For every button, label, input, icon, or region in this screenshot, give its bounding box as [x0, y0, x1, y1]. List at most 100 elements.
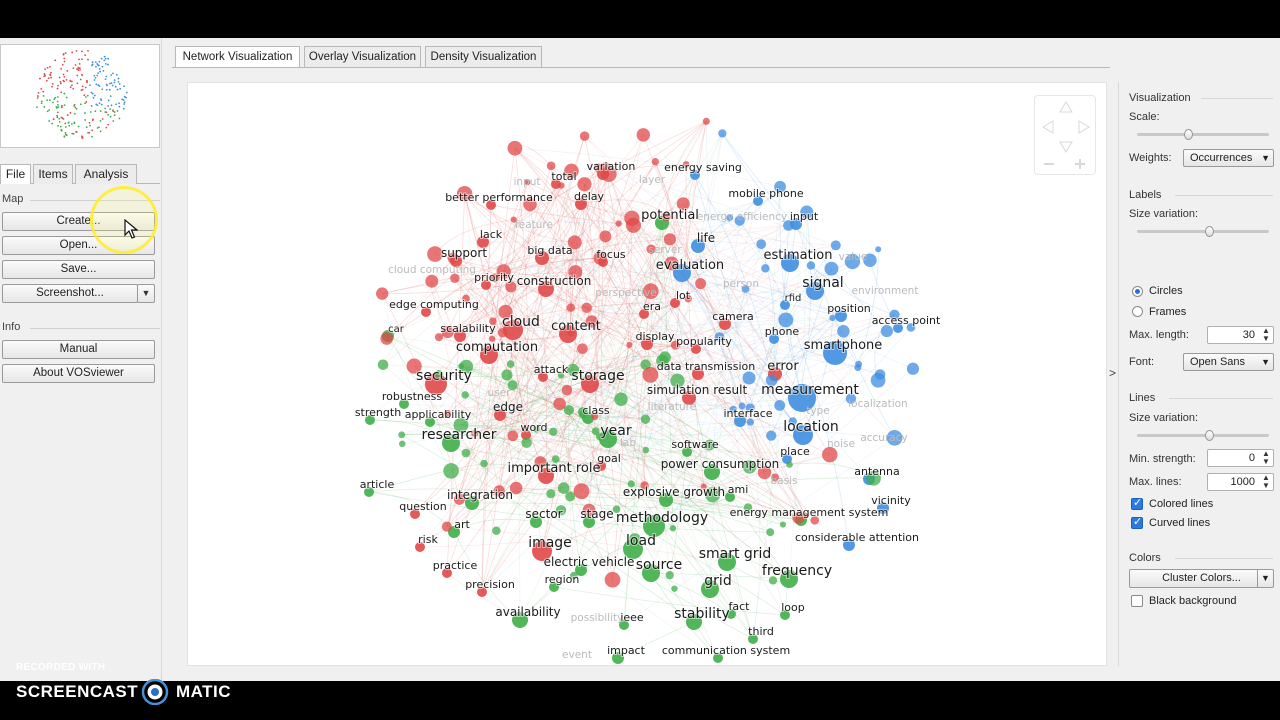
- term-label[interactable]: signal: [801, 274, 844, 292]
- tab-file[interactable]: File: [0, 164, 31, 184]
- term-label[interactable]: considerable attention: [794, 530, 920, 545]
- term-label[interactable]: word: [519, 420, 548, 435]
- curved-lines-checkbox[interactable]: [1131, 515, 1143, 529]
- network-node[interactable]: [573, 483, 590, 500]
- network-node[interactable]: [581, 302, 592, 314]
- term-label[interactable]: communication system: [661, 643, 791, 658]
- term-label[interactable]: era: [642, 299, 662, 314]
- term-label[interactable]: source: [635, 556, 684, 574]
- term-label[interactable]: rfid: [784, 292, 803, 305]
- term-label[interactable]: availability: [494, 604, 561, 620]
- network-node[interactable]: [425, 274, 439, 288]
- term-label[interactable]: variation: [586, 159, 637, 174]
- term-label[interactable]: researcher: [421, 426, 498, 444]
- term-label[interactable]: storage: [570, 367, 625, 385]
- screenshot-dropdown-button[interactable]: ▼: [137, 284, 155, 303]
- font-select[interactable]: Open Sans ▼: [1183, 353, 1274, 371]
- network-node[interactable]: [718, 129, 727, 138]
- term-label[interactable]: important role: [507, 460, 602, 477]
- term-label[interactable]: input: [789, 209, 820, 224]
- manual-button[interactable]: Manual: [2, 340, 155, 359]
- network-node[interactable]: [549, 427, 558, 436]
- tab-items[interactable]: Items: [33, 164, 73, 184]
- network-visualization-canvas[interactable]: input layer energy efficiency server cloud c…: [187, 82, 1107, 666]
- term-label[interactable]: software: [670, 437, 719, 452]
- term-label[interactable]: potential: [640, 207, 700, 224]
- network-node[interactable]: [507, 430, 519, 442]
- term-label[interactable]: electric vehicle: [543, 554, 636, 570]
- network-node[interactable]: [441, 521, 452, 532]
- weights-select[interactable]: Occurrences ▼: [1183, 149, 1274, 167]
- scale-slider-knob[interactable]: [1183, 129, 1193, 140]
- max-lines-spinner[interactable]: 1000 ▲ ▼: [1207, 473, 1274, 491]
- term-label[interactable]: access point: [871, 313, 942, 328]
- term-label[interactable]: delay: [573, 189, 606, 204]
- term-label[interactable]: lot: [675, 288, 692, 303]
- term-label[interactable]: article: [359, 477, 396, 492]
- term-label[interactable]: position: [826, 301, 872, 316]
- term-label[interactable]: energy management system: [729, 505, 890, 520]
- term-label[interactable]: question: [398, 499, 448, 514]
- network-node[interactable]: [779, 521, 787, 528]
- min-strength-spinner[interactable]: 0 ▲ ▼: [1207, 449, 1274, 467]
- term-label[interactable]: load: [625, 532, 657, 550]
- colored-lines-checkbox[interactable]: [1131, 496, 1143, 510]
- network-node[interactable]: [642, 446, 650, 454]
- network-node[interactable]: [614, 392, 628, 406]
- network-node[interactable]: [604, 571, 621, 588]
- term-label[interactable]: measurement: [760, 381, 860, 399]
- term-label[interactable]: art: [453, 517, 471, 532]
- network-node[interactable]: [561, 384, 573, 396]
- term-label[interactable]: impact: [606, 643, 647, 658]
- term-label[interactable]: life: [696, 230, 716, 246]
- network-node[interactable]: [615, 220, 622, 227]
- network-node[interactable]: [599, 230, 612, 243]
- network-node[interactable]: [546, 161, 556, 171]
- term-label[interactable]: attack: [533, 362, 570, 377]
- tab-density-visualization[interactable]: Density Visualization: [425, 46, 542, 67]
- term-label[interactable]: stability: [673, 605, 731, 623]
- network-node[interactable]: [774, 399, 786, 411]
- term-label[interactable]: priority: [473, 270, 515, 285]
- term-label[interactable]: error: [766, 358, 800, 375]
- term-label[interactable]: third: [747, 624, 775, 639]
- term-label[interactable]: explosive growth: [622, 484, 726, 500]
- network-node[interactable]: [461, 448, 471, 458]
- network-node[interactable]: [563, 404, 575, 416]
- network-node[interactable]: [546, 489, 556, 499]
- term-label[interactable]: energy saving: [663, 160, 743, 175]
- term-label[interactable]: popularity: [675, 334, 733, 349]
- label-size-variation-slider[interactable]: [1137, 226, 1269, 237]
- term-label[interactable]: antenna: [853, 464, 900, 479]
- term-label[interactable]: support: [440, 245, 488, 261]
- network-node[interactable]: [766, 430, 777, 441]
- network-node[interactable]: [636, 128, 651, 142]
- network-node[interactable]: [480, 459, 488, 468]
- term-label[interactable]: scalability: [439, 321, 497, 336]
- network-node[interactable]: [640, 414, 651, 425]
- spinner-arrows-icon[interactable]: ▲ ▼: [1260, 450, 1272, 466]
- term-label[interactable]: goal: [596, 451, 622, 466]
- term-label[interactable]: lack: [479, 227, 504, 242]
- network-node[interactable]: [492, 526, 501, 535]
- network-node[interactable]: [766, 528, 775, 537]
- term-label[interactable]: cloud: [501, 313, 541, 331]
- term-label[interactable]: fact: [728, 599, 752, 614]
- term-label[interactable]: edge: [492, 399, 524, 415]
- spinner-arrows-icon[interactable]: ▲ ▼: [1260, 327, 1272, 343]
- network-node[interactable]: [377, 359, 389, 371]
- term-label[interactable]: computation: [455, 339, 539, 356]
- max-length-spinner[interactable]: 30 ▲ ▼: [1207, 326, 1274, 344]
- network-node[interactable]: [625, 217, 641, 233]
- term-label[interactable]: evaluation: [655, 257, 725, 274]
- network-node[interactable]: [626, 341, 633, 348]
- network-node[interactable]: [870, 372, 886, 388]
- term-label[interactable]: strength: [354, 405, 402, 420]
- tab-analysis[interactable]: Analysis: [75, 164, 137, 184]
- tab-overlay-visualization[interactable]: Overlay Visualization: [304, 46, 421, 67]
- term-label[interactable]: total: [550, 169, 577, 184]
- term-label[interactable]: integration: [446, 487, 514, 503]
- line-size-variation-slider[interactable]: [1137, 430, 1269, 441]
- term-label[interactable]: loop: [780, 600, 806, 615]
- term-label[interactable]: region: [544, 572, 581, 587]
